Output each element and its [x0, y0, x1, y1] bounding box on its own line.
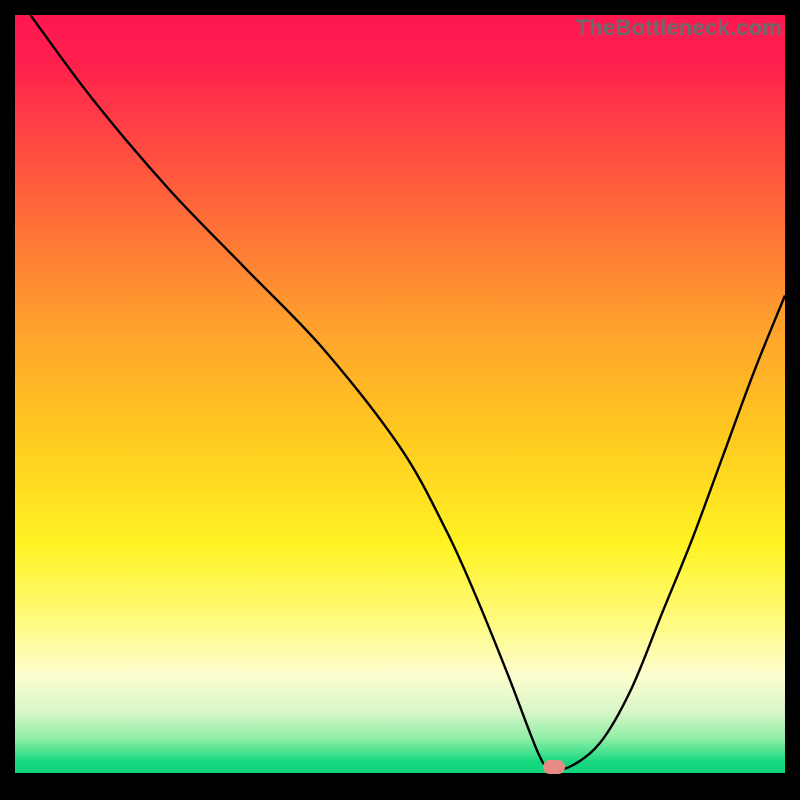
plot-border [0, 0, 800, 15]
plot-curve-layer [0, 0, 800, 800]
optimal-point-marker [543, 760, 565, 774]
plot-border [0, 0, 15, 800]
bottleneck-curve [30, 15, 785, 769]
plot-border [0, 773, 800, 800]
watermark: TheBottleneck.com [576, 15, 782, 41]
plot-border [785, 0, 800, 800]
